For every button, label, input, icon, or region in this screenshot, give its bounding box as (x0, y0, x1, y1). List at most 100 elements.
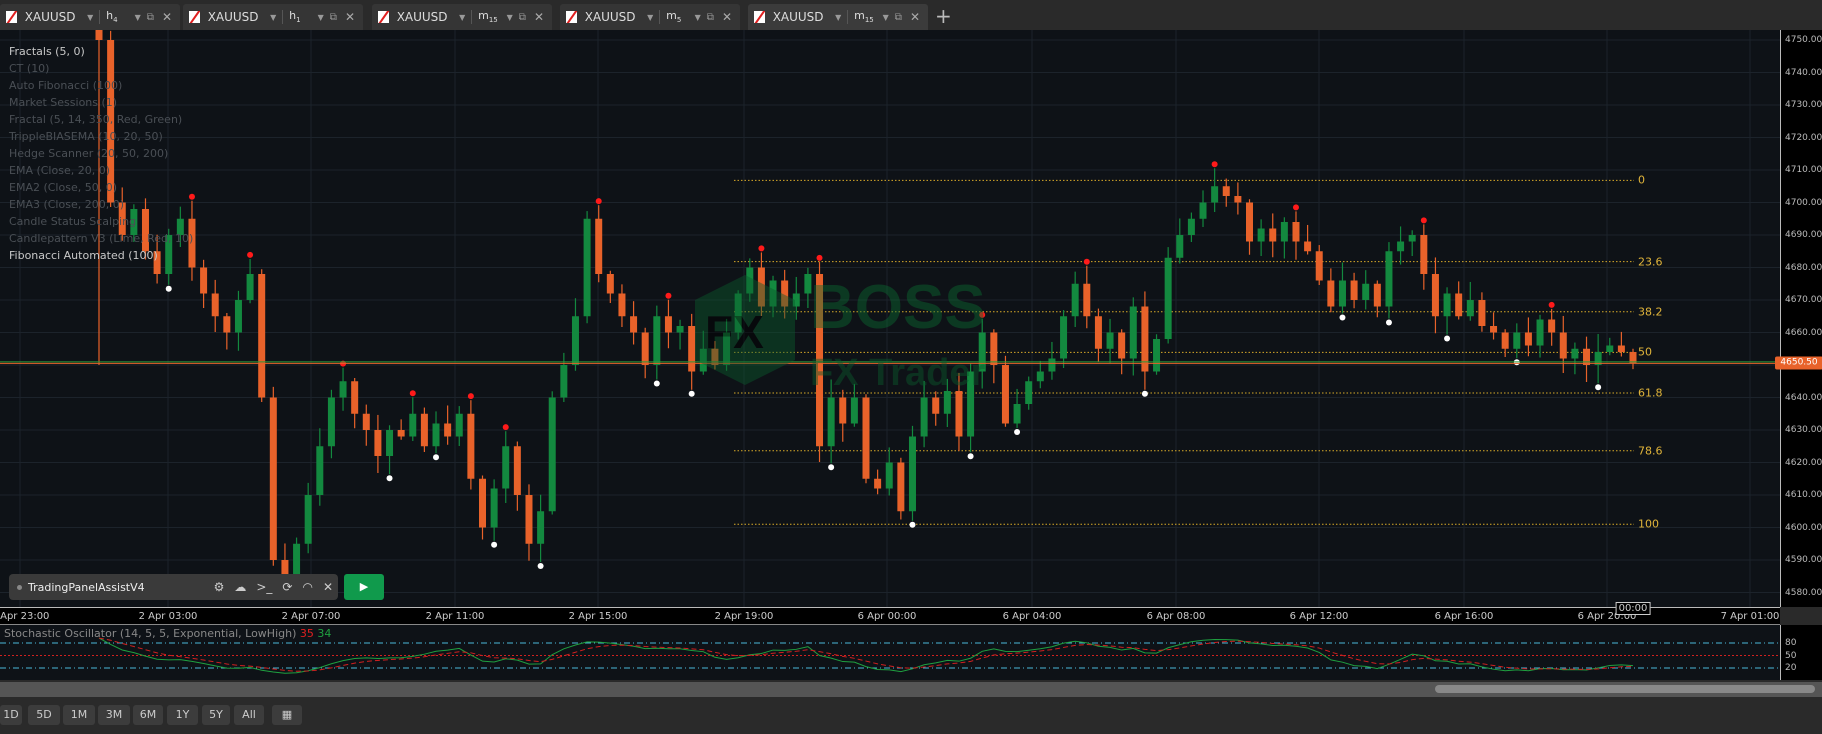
range-button-1y[interactable]: 1Y (167, 705, 198, 725)
candle-bull (827, 397, 835, 447)
chevron-down-icon[interactable]: ▼ (459, 13, 465, 22)
gear-icon[interactable]: ⚙ (214, 580, 225, 594)
candle-bear (1548, 319, 1556, 333)
time-label: 2 Apr 11:00 (425, 611, 485, 622)
close-icon[interactable]: ✕ (534, 10, 544, 24)
tab-timeframe[interactable]: m5 (666, 9, 695, 24)
fractal-low-marker (165, 285, 172, 292)
run-button[interactable]: ▶ (344, 574, 384, 600)
fractal-high-marker (816, 254, 823, 261)
range-button-3m[interactable]: 3M (98, 705, 130, 725)
tab-4[interactable]: XAUUSD ▼ m5 ▼ ⧉ ✕ (560, 4, 740, 30)
popout-icon[interactable]: ⧉ (330, 12, 337, 23)
chevron-down-icon[interactable]: ▼ (835, 13, 841, 22)
popout-icon[interactable]: ⧉ (147, 12, 154, 23)
tab-timeframe[interactable]: m15 (478, 9, 507, 24)
candle-bull (1106, 332, 1114, 349)
terminal-icon[interactable]: >_ (256, 580, 272, 594)
chevron-down-icon[interactable]: ▼ (647, 13, 653, 22)
fractal-high-marker (502, 424, 509, 431)
current-price-badge: 4650.50 (1775, 356, 1822, 370)
popout-icon[interactable]: ⧉ (519, 12, 526, 23)
range-button-1d[interactable]: 1D (0, 705, 22, 725)
tab-timeframe[interactable]: h1 (289, 9, 318, 24)
candle-bear (200, 267, 208, 294)
gauge-icon[interactable]: ◠ (302, 580, 312, 594)
chevron-down-icon[interactable]: ▼ (318, 13, 324, 22)
indicator-item[interactable]: EMA2 (Close, 50, 0) (9, 179, 193, 196)
chevron-down-icon[interactable]: ▼ (883, 13, 889, 22)
popout-icon[interactable]: ⧉ (895, 12, 902, 23)
add-tab-button[interactable]: + (935, 4, 952, 28)
candle-bear (1559, 332, 1567, 359)
time-label: 6 Apr 04:00 (1002, 611, 1062, 622)
popout-icon[interactable]: ⧉ (707, 12, 714, 23)
replay-icon[interactable]: ⟳ (282, 580, 292, 594)
cloud-icon[interactable]: ☁ (234, 580, 246, 594)
candle-bull (1048, 358, 1056, 372)
candle-bull (1036, 371, 1044, 382)
chevron-down-icon[interactable]: ▼ (695, 13, 701, 22)
range-button-1m[interactable]: 1M (63, 705, 95, 725)
candle-bear (479, 478, 486, 528)
tab-1[interactable]: XAUUSD ▼ h4 ▼ ⧉ ✕ (0, 4, 180, 30)
indicator-item[interactable]: EMA3 (Close, 200, 0) (9, 196, 193, 213)
candle-bull (699, 348, 707, 372)
range-button-5d[interactable]: 5D (28, 705, 60, 725)
candle-bear (595, 218, 603, 274)
indicator-item[interactable]: Candlepattern V3 (Lime, Red, 10) (9, 230, 193, 247)
indicator-item[interactable]: Fractals (5, 0) (9, 43, 193, 60)
time-axis[interactable]: 1 Apr 23:00 2 Apr 03:00 2 Apr 07:00 2 Apr 1… (0, 602, 1780, 625)
price-label: 4620.00 (1785, 457, 1822, 468)
candle-bull (804, 274, 812, 294)
chevron-down-icon[interactable]: ▼ (87, 13, 93, 22)
candle-bull (548, 397, 556, 512)
tab-2[interactable]: XAUUSD ▼ h1 ▼ ⧉ ✕ (183, 4, 363, 30)
indicator-item[interactable]: CT (10) (9, 60, 193, 77)
indicator-item[interactable]: Hedge Scanner (20, 50, 200) (9, 145, 193, 162)
indicator-item[interactable]: EMA (Close, 20, 0) (9, 162, 193, 179)
stochastic-axis: 80 50 20 (1780, 625, 1822, 680)
candle-bear (1269, 228, 1277, 242)
range-button-5y[interactable]: 5Y (202, 705, 230, 725)
price-axis[interactable]: 4750.00 4740.00 4730.00 4720.00 4710.00 4700.… (1775, 30, 1822, 607)
tab-5[interactable]: XAUUSD ▼ m15 ▼ ⧉ ✕ (748, 4, 928, 30)
close-icon[interactable]: ✕ (722, 10, 732, 24)
indicator-item[interactable]: Auto Fibonacci (100) (9, 77, 193, 94)
indicator-item[interactable]: Fibonacci Automated (100) (9, 247, 193, 264)
indicator-item[interactable]: Fractal (5, 14, 350, Red, Green) (9, 111, 193, 128)
horizontal-scrollbar[interactable] (0, 682, 1822, 697)
indicator-item[interactable]: TrippleBIASEMA (10, 20, 50) (9, 128, 193, 145)
close-icon[interactable]: ✕ (162, 10, 172, 24)
chevron-down-icon[interactable]: ▼ (270, 13, 276, 22)
range-button-all[interactable]: All (234, 705, 264, 725)
stoch-level-20: 20 (1785, 663, 1797, 673)
time-label: 6 Apr 00:00 (857, 611, 917, 622)
tab-timeframe[interactable]: h4 (106, 9, 135, 24)
chevron-down-icon[interactable]: ▼ (507, 13, 513, 22)
close-icon[interactable]: ✕ (323, 580, 333, 594)
fractal-high-marker (758, 245, 765, 252)
candle-bull (409, 413, 417, 437)
indicator-item[interactable]: Market Sessions (1) (9, 94, 193, 111)
scrollbar-thumb[interactable] (1435, 685, 1815, 693)
fib-level-label: 0 (1638, 173, 1645, 187)
candle-bear (932, 397, 940, 414)
candlestick-chart (0, 30, 1780, 607)
close-icon[interactable]: ✕ (345, 10, 355, 24)
calendar-icon[interactable]: ▦ (272, 705, 302, 725)
candle-bear (444, 423, 452, 437)
price-chart[interactable]: FX BOSS FX Trader Fractals (5, 0) CT (10)… (0, 30, 1780, 607)
fractal-low-marker (1014, 429, 1021, 435)
close-icon[interactable]: ✕ (910, 10, 920, 24)
indicator-item[interactable]: Candle Status Scalping (9, 213, 193, 230)
fractal-low-marker (688, 390, 695, 397)
tab-3[interactable]: XAUUSD ▼ m15 ▼ ⧉ ✕ (372, 4, 552, 30)
trading-panel[interactable]: TradingPanelAssistV4 ⚙ ☁ >_ ⟳ ◠ ✕ ▶ (9, 574, 385, 600)
stoch-level-80: 80 (1785, 638, 1797, 648)
chevron-down-icon[interactable]: ▼ (135, 13, 141, 22)
range-button-6m[interactable]: 6M (133, 705, 163, 725)
tab-timeframe[interactable]: m15 (854, 9, 883, 24)
candle-bear (1118, 332, 1126, 359)
fractal-high-marker (467, 393, 474, 400)
